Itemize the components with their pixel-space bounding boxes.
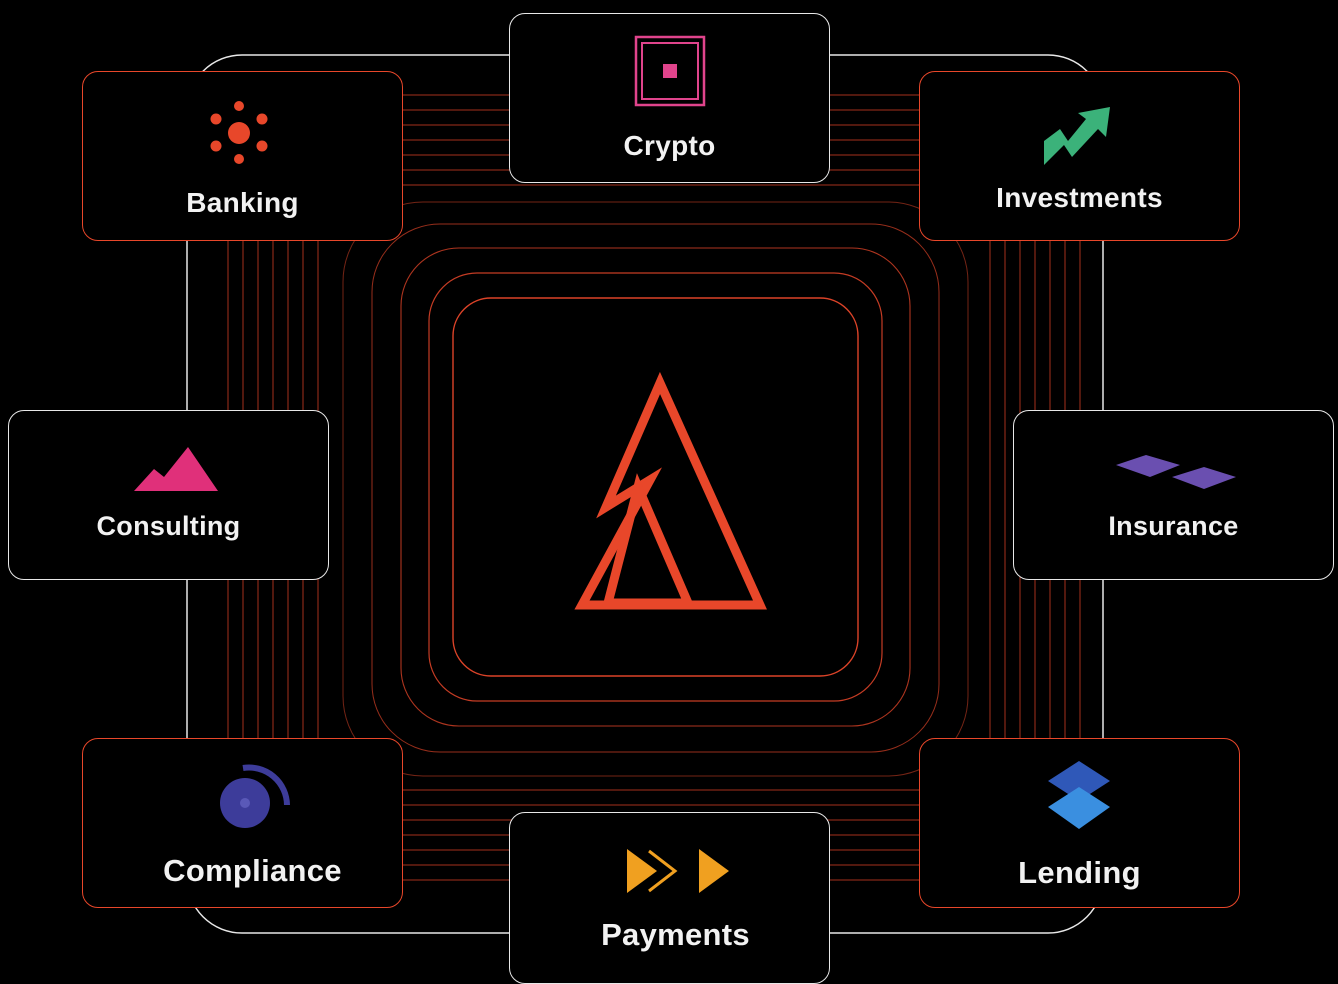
mountain-icon bbox=[134, 445, 220, 493]
node-investments[interactable]: Investments bbox=[919, 71, 1240, 241]
sun-dots-icon bbox=[208, 97, 270, 167]
node-label: Insurance bbox=[1108, 511, 1239, 541]
node-insurance[interactable]: Insurance bbox=[1013, 410, 1334, 580]
node-payments[interactable]: Payments bbox=[509, 812, 830, 984]
node-crypto[interactable]: Crypto bbox=[509, 13, 830, 183]
orbit-circle-icon bbox=[215, 761, 295, 833]
node-banking[interactable]: Banking bbox=[82, 71, 403, 241]
node-label: Lending bbox=[1018, 855, 1141, 890]
hub-logo bbox=[560, 365, 780, 620]
node-consulting[interactable]: Consulting bbox=[8, 410, 329, 580]
node-label: Banking bbox=[186, 187, 299, 218]
node-lending[interactable]: Lending bbox=[919, 738, 1240, 908]
stacked-diamonds-icon bbox=[1044, 759, 1114, 835]
node-label: Investments bbox=[996, 182, 1163, 213]
diamond-pair-icon bbox=[1114, 451, 1240, 493]
triangle-mark-icon bbox=[574, 371, 767, 610]
node-label: Payments bbox=[601, 917, 750, 952]
node-label: Compliance bbox=[163, 853, 342, 888]
trend-arrow-icon bbox=[1042, 105, 1112, 167]
node-label: Crypto bbox=[623, 130, 716, 161]
fast-forward-icon bbox=[625, 847, 733, 895]
node-compliance[interactable]: Compliance bbox=[82, 738, 403, 908]
node-label: Consulting bbox=[96, 511, 241, 541]
nested-square-icon bbox=[634, 35, 706, 107]
